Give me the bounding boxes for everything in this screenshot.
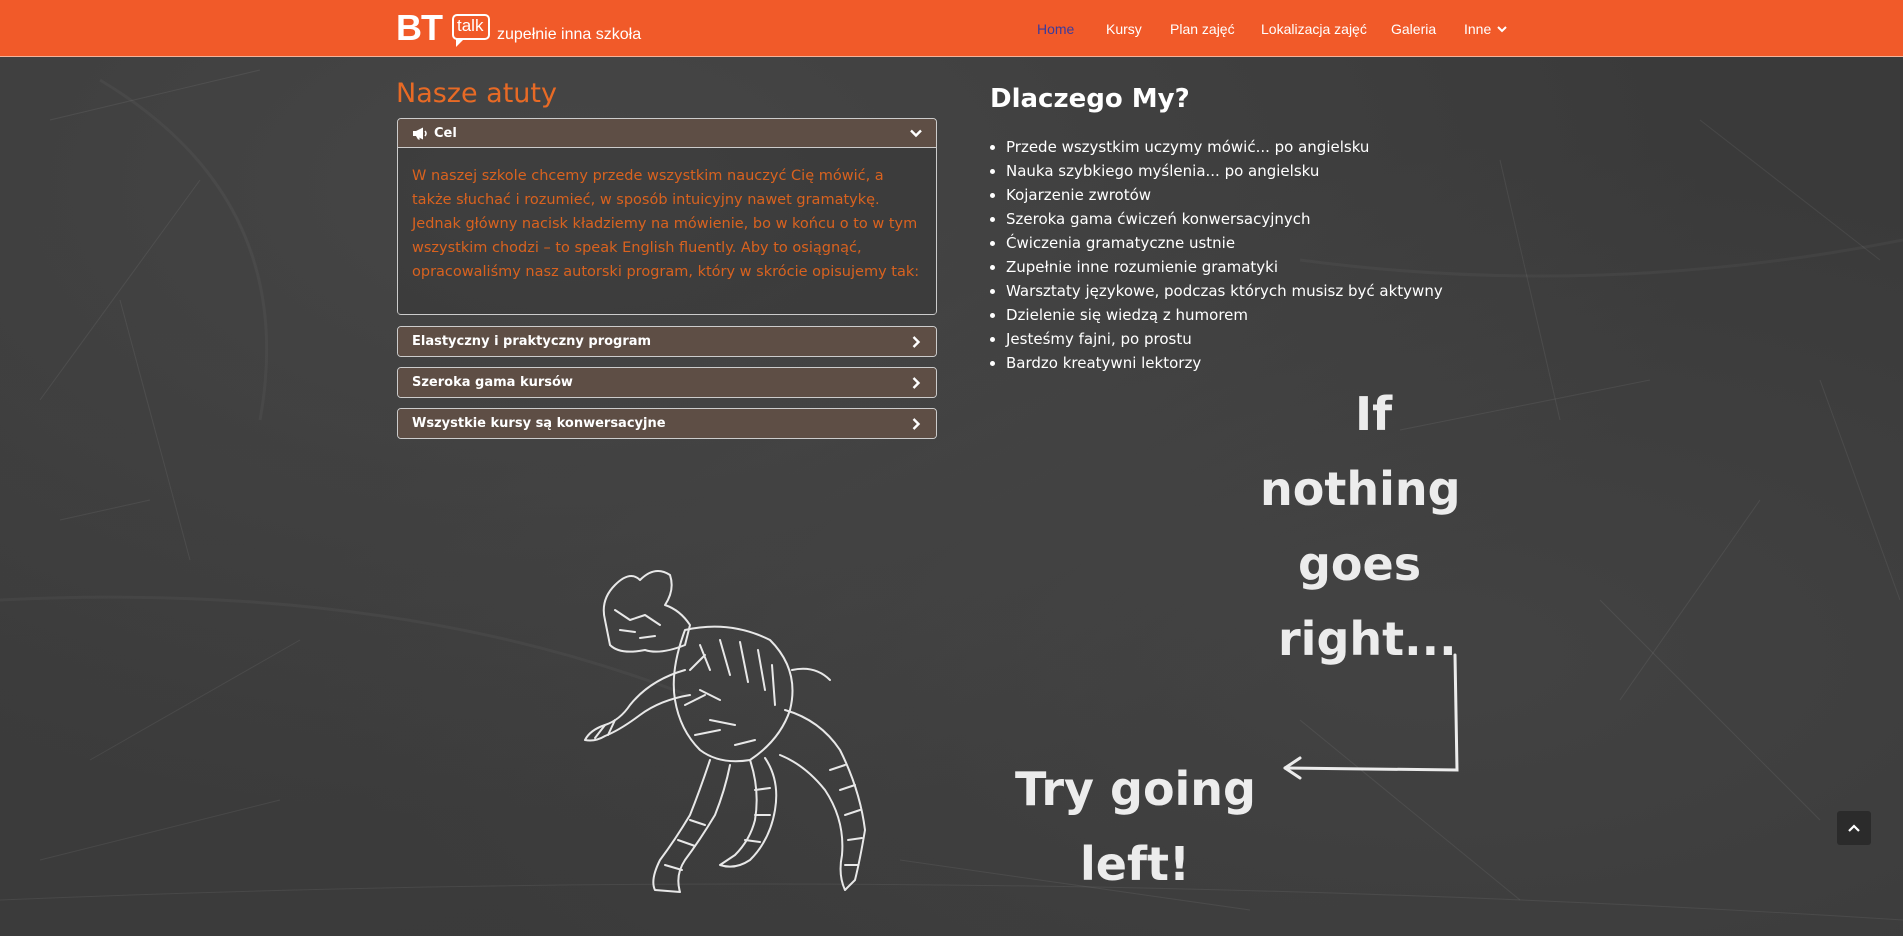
top-navbar: BT talk zupełnie inna szkoła Home Kursy … xyxy=(0,0,1903,57)
accordion-panel-cel: Cel W naszej szkole chcemy przede wszyst… xyxy=(397,118,937,315)
chalk-arrow xyxy=(1283,653,1459,780)
nav-item-inne[interactable]: Inne xyxy=(1464,0,1507,57)
nav-link-home[interactable]: Home xyxy=(1037,21,1074,37)
list-item: Szeroka gama ćwiczeń konwersacyjnych xyxy=(990,207,1490,231)
chalk-text-line1: If xyxy=(1355,387,1393,441)
scroll-to-top-button[interactable] xyxy=(1837,811,1871,845)
brand-logo[interactable]: BT talk zupełnie inna szkoła xyxy=(396,8,656,50)
chevron-up-icon xyxy=(1848,824,1860,832)
accordion-title-cel: Cel xyxy=(434,125,457,141)
chalk-text-line3: goes xyxy=(1298,537,1421,591)
nav-link-inne[interactable]: Inne xyxy=(1464,21,1491,37)
nav-item-galeria[interactable]: Galeria xyxy=(1391,0,1436,57)
accordion-body-cel: W naszej szkole chcemy przede wszystkim … xyxy=(398,148,936,314)
chalk-lettering: If nothing goes right... Try going left! xyxy=(1015,387,1461,891)
nav-item-lokalizacja[interactable]: Lokalizacja zajęć xyxy=(1261,0,1367,57)
chalk-text-line4: right... xyxy=(1278,612,1457,666)
megaphone-icon xyxy=(413,127,427,139)
logo-talk-text: talk xyxy=(457,16,484,35)
chalk-illustration: If nothing goes right... Try going left! xyxy=(584,387,1461,893)
list-item: Nauka szybkiego myślenia... po angielsku xyxy=(990,159,1490,183)
list-item: Warsztaty językowe, podczas których musi… xyxy=(990,279,1490,303)
accordion-header-cel[interactable]: Cel xyxy=(398,119,936,148)
chevron-down-icon xyxy=(910,129,922,138)
chevron-right-icon xyxy=(912,335,921,348)
accordion-panel-program: Elastyczny i praktyczny program xyxy=(397,326,937,357)
chalk-text-line5: Try going xyxy=(1015,762,1256,816)
accordion-title-kursy: Szeroka gama kursów xyxy=(412,375,573,390)
reasons-list: Przede wszystkim uczymy mówić... po angi… xyxy=(990,135,1490,375)
nav-link-galeria[interactable]: Galeria xyxy=(1391,21,1436,37)
accordion-title-program: Elastyczny i praktyczny program xyxy=(412,334,652,349)
logo-bt-text: BT xyxy=(396,7,443,48)
list-item: Przede wszystkim uczymy mówić... po angi… xyxy=(990,135,1490,159)
nav-item-plan[interactable]: Plan zajęć xyxy=(1170,0,1235,57)
nav-item-home[interactable]: Home xyxy=(1037,0,1074,57)
brand-tagline: zupełnie inna szkoła xyxy=(497,26,642,43)
nav-link-lokalizacja[interactable]: Lokalizacja zajęć xyxy=(1261,21,1367,37)
section-title-nasze-atuty: Nasze atuty xyxy=(396,78,557,109)
list-item: Jesteśmy fajni, po prostu xyxy=(990,327,1490,351)
chevron-down-icon xyxy=(1497,25,1507,32)
list-item: Ćwiczenia gramatyczne ustnie xyxy=(990,231,1490,255)
speech-bubble-icon: talk xyxy=(452,14,490,47)
section-title-dlaczego-my: Dlaczego My? xyxy=(990,84,1190,114)
nav-link-kursy[interactable]: Kursy xyxy=(1106,21,1142,37)
chalk-creature-drawing xyxy=(584,570,866,893)
chalk-text-line6: left! xyxy=(1080,837,1190,891)
list-item: Zupełnie inne rozumienie gramatyki xyxy=(990,255,1490,279)
list-item: Kojarzenie zwrotów xyxy=(990,183,1490,207)
nav-item-kursy[interactable]: Kursy xyxy=(1106,0,1142,57)
list-item: Dzielenie się wiedzą z humorem xyxy=(990,303,1490,327)
chalk-text-line2: nothing xyxy=(1260,462,1461,516)
nav-link-plan[interactable]: Plan zajęć xyxy=(1170,21,1235,37)
accordion-header-program[interactable]: Elastyczny i praktyczny program xyxy=(398,327,936,356)
